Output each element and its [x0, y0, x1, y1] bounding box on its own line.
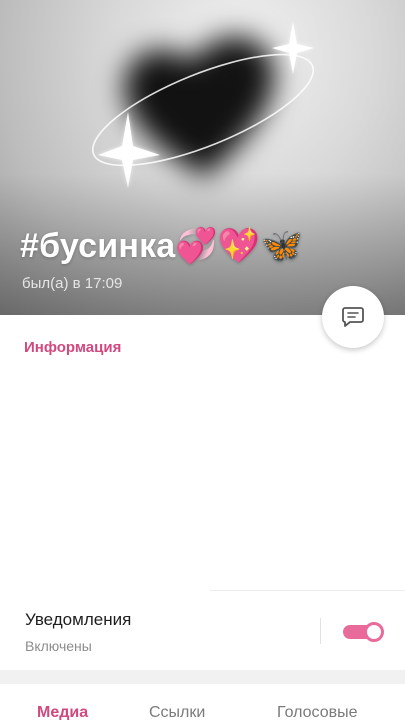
profile-header: #бусинка💞💖🦋 был(а) в 17:09: [0, 0, 405, 315]
header-gradient-overlay: [0, 0, 405, 315]
tab-media[interactable]: Медиа: [37, 704, 88, 720]
section-divider: [210, 590, 405, 591]
notifications-status: Включены: [25, 638, 92, 654]
media-tabs: Медиа Ссылки Голосовые: [0, 684, 405, 720]
tab-links[interactable]: Ссылки: [149, 704, 205, 720]
notifications-label: Уведомления: [25, 610, 132, 629]
info-section-title: Информация: [24, 339, 122, 356]
toggle-knob: [364, 622, 384, 642]
notifications-toggle[interactable]: [343, 622, 384, 642]
last-seen-status: был(а) в 17:09: [22, 275, 123, 292]
tabs-separator: [0, 670, 405, 684]
row-separator: [320, 618, 321, 644]
tab-voice[interactable]: Голосовые: [277, 704, 358, 720]
message-button[interactable]: [322, 286, 384, 348]
contact-name: #бусинка💞💖🦋: [20, 227, 303, 265]
message-icon: [342, 307, 364, 327]
